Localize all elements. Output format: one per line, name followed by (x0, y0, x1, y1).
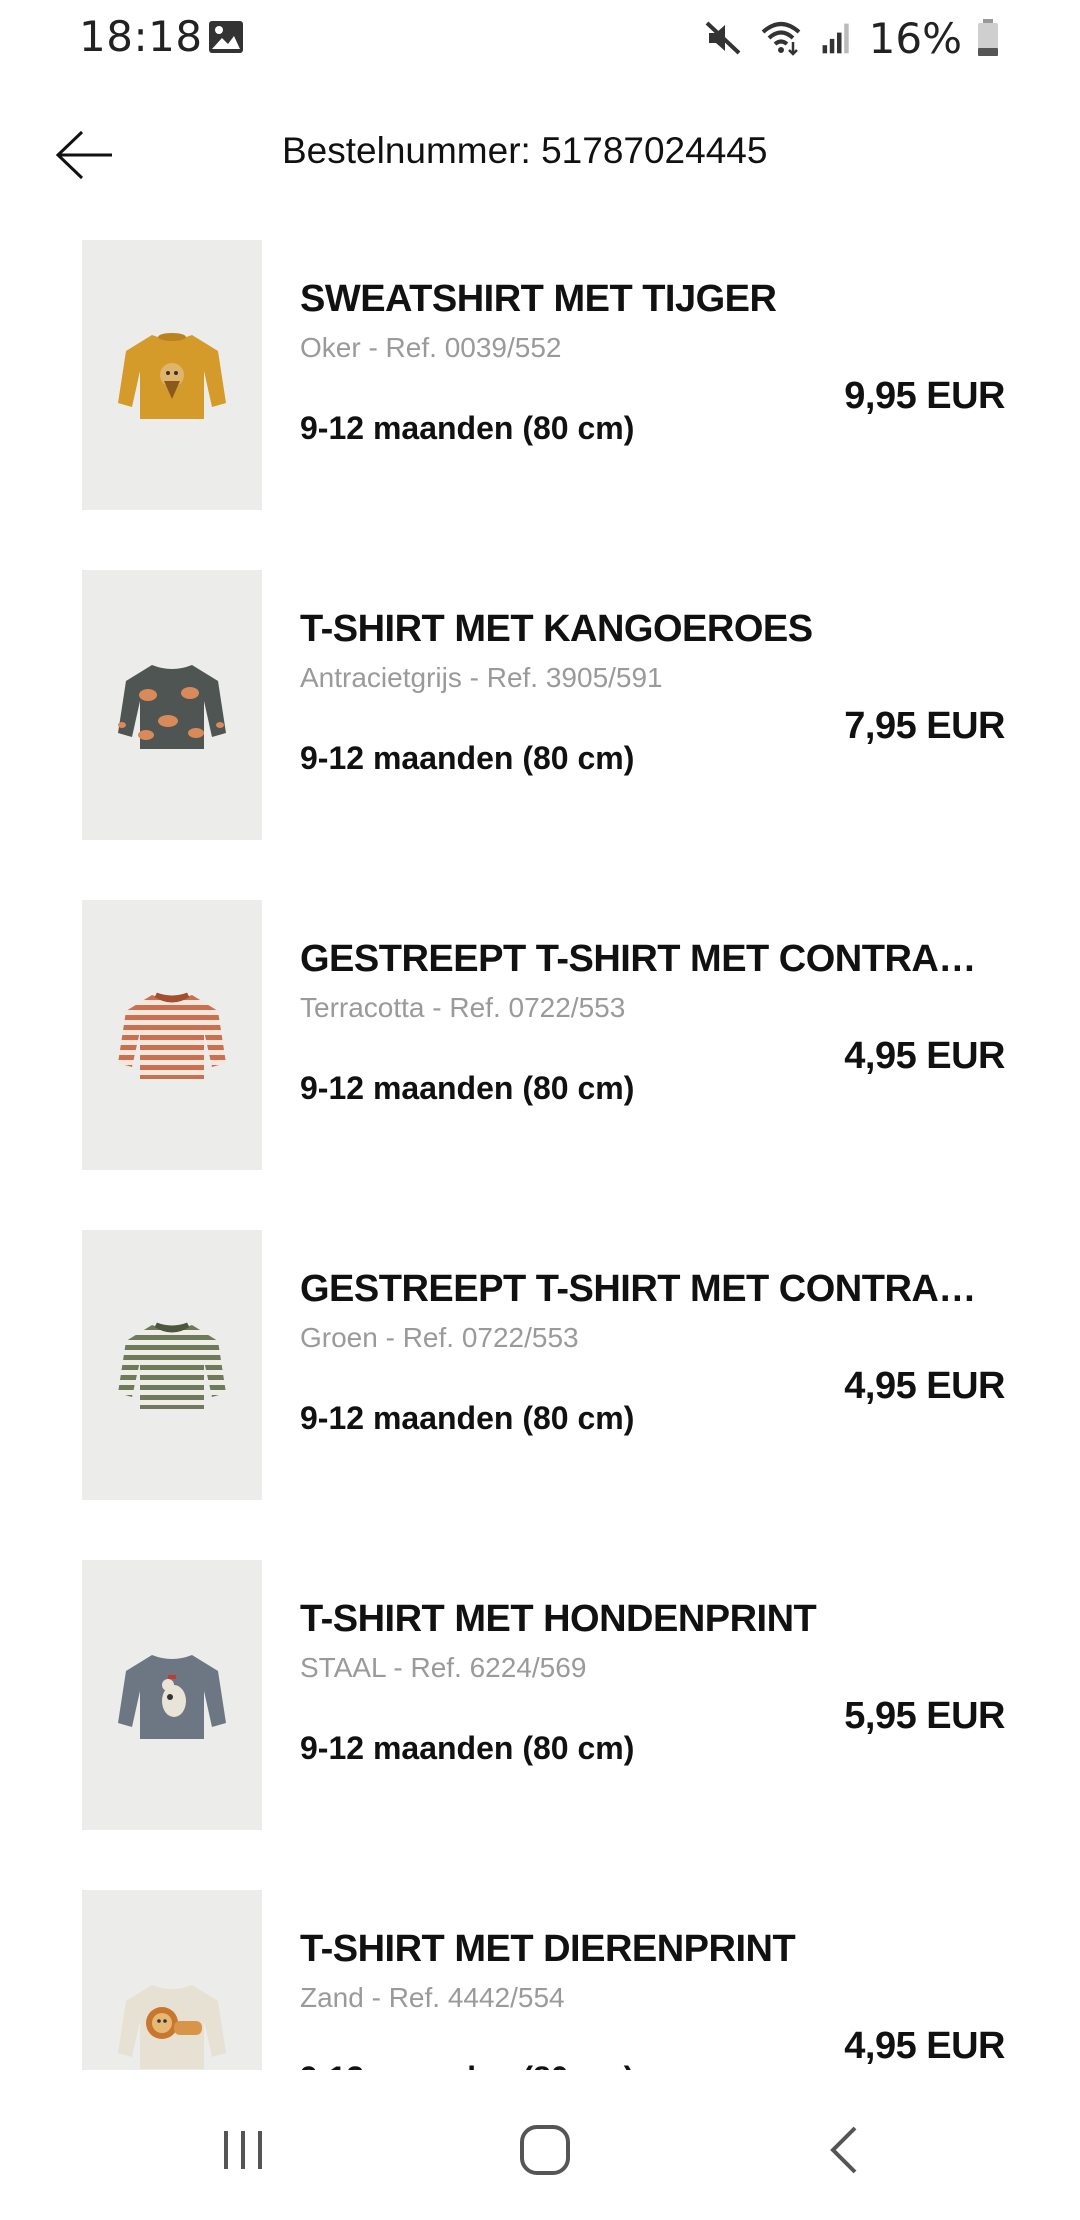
tshirt-lion-icon (118, 1985, 226, 2069)
product-color-ref: Terracotta - Ref. 0722/553 (300, 992, 626, 1023)
tshirt-kangaroo-icon (118, 665, 226, 749)
product-price: 7,95 EUR (844, 705, 1005, 747)
product-name: T-SHIRT MET HONDENPRINT (300, 1598, 817, 1640)
order-item[interactable]: GESTREEPT T-SHIRT MET CONTRASTER… Groen … (0, 1230, 1080, 1500)
status-icons: 16% (703, 12, 1000, 64)
product-color-ref: Antracietgrijs - Ref. 3905/591 (300, 662, 663, 693)
status-time: 18:18 (79, 12, 203, 61)
product-size: 9-12 maanden (80 cm) (300, 1400, 635, 1436)
order-item-list: SWEATSHIRT MET TIJGER Oker - Ref. 0039/5… (0, 240, 1080, 2070)
back-button[interactable] (50, 120, 120, 190)
product-price: 4,95 EUR (844, 1035, 1005, 1077)
arrow-left-icon (55, 130, 112, 180)
signal-icon (822, 23, 849, 54)
home-button[interactable] (500, 2105, 590, 2195)
striped-tshirt-icon (118, 992, 226, 1079)
product-price: 4,95 EUR (844, 1365, 1005, 1407)
sweatshirt-tiger-icon (118, 333, 226, 419)
back-icon (830, 2126, 857, 2174)
nav-back-button[interactable] (800, 2105, 890, 2195)
product-image[interactable] (82, 570, 262, 840)
status-bar: 18:18 16% (0, 0, 1080, 76)
home-icon (520, 2125, 570, 2175)
product-size: 9-12 maanden (80 cm) (300, 2060, 634, 2070)
product-name: GESTREEPT T-SHIRT MET CONTRASTER… (300, 938, 1000, 980)
header: Bestelnummer: 51787024445 (0, 100, 1080, 210)
product-color-ref: Zand - Ref. 4442/554 (300, 1982, 565, 2013)
product-size: 9-12 maanden (80 cm) (300, 740, 635, 776)
battery-icon (978, 19, 998, 56)
battery-percent: 16% (868, 13, 962, 63)
wifi-icon (761, 22, 800, 56)
product-name: T-SHIRT MET KANGOEROES (300, 608, 813, 650)
recent-apps-icon (224, 2131, 262, 2169)
product-price: 4,95 EUR (844, 2025, 1005, 2067)
page-title: Bestelnummer: 51787024445 (282, 130, 768, 171)
recent-apps-button[interactable] (198, 2105, 288, 2195)
product-image[interactable] (82, 240, 262, 510)
product-image[interactable] (82, 1560, 262, 1830)
product-image[interactable] (82, 1890, 262, 2070)
product-color-ref: STAAL - Ref. 6224/569 (300, 1652, 587, 1683)
order-item[interactable]: T-SHIRT MET HONDENPRINT STAAL - Ref. 622… (0, 1560, 1080, 1830)
tshirt-dog-icon (118, 1655, 226, 1739)
product-name: GESTREEPT T-SHIRT MET CONTRASTER… (300, 1268, 1000, 1310)
product-image[interactable] (82, 1230, 262, 1500)
product-color-ref: Groen - Ref. 0722/553 (300, 1322, 579, 1353)
order-item[interactable]: SWEATSHIRT MET TIJGER Oker - Ref. 0039/5… (0, 240, 1080, 510)
product-price: 5,95 EUR (844, 1695, 1005, 1737)
order-item[interactable]: T-SHIRT MET KANGOEROES Antracietgrijs - … (0, 570, 1080, 840)
mute-icon (705, 21, 741, 55)
product-name: SWEATSHIRT MET TIJGER (300, 278, 777, 320)
product-name: T-SHIRT MET DIERENPRINT (300, 1928, 796, 1970)
order-item[interactable]: T-SHIRT MET DIERENPRINT Zand - Ref. 4442… (0, 1890, 1080, 2070)
product-size: 9-12 maanden (80 cm) (300, 1070, 635, 1106)
order-item[interactable]: GESTREEPT T-SHIRT MET CONTRASTER… Terrac… (0, 900, 1080, 1170)
system-nav-bar (0, 2075, 1080, 2220)
gallery-icon (209, 21, 243, 53)
striped-tshirt-icon (118, 1322, 226, 1409)
product-size: 9-12 maanden (80 cm) (300, 1730, 635, 1766)
product-image[interactable] (82, 900, 262, 1170)
product-color-ref: Oker - Ref. 0039/552 (300, 332, 562, 363)
product-price: 9,95 EUR (844, 375, 1005, 417)
product-size: 9-12 maanden (80 cm) (300, 410, 635, 446)
